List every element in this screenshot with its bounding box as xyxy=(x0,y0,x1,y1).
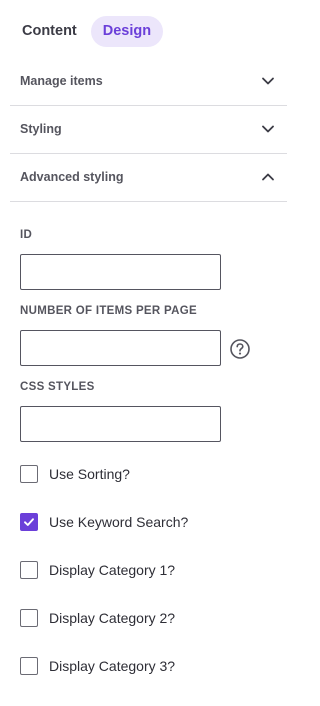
help-circle-icon[interactable] xyxy=(229,338,251,360)
display-category-2-label: Display Category 2? xyxy=(49,610,176,626)
use-sorting-option[interactable]: Use Sorting? xyxy=(20,463,130,485)
display-category-1-option[interactable]: Display Category 1? xyxy=(20,559,175,581)
display-category-1-checkbox[interactable] xyxy=(20,561,38,579)
chevron-down-icon xyxy=(262,77,274,85)
tab-design[interactable]: Design xyxy=(90,16,164,47)
use-sorting-checkbox[interactable] xyxy=(20,465,38,483)
chevron-down-icon xyxy=(262,125,274,133)
css-styles-label: CSS STYLES xyxy=(20,381,95,393)
section-manage-items-label: Manage items xyxy=(20,74,103,88)
use-keyword-search-label: Use Keyword Search? xyxy=(49,514,189,530)
display-category-3-option[interactable]: Display Category 3? xyxy=(20,655,175,677)
use-sorting-label: Use Sorting? xyxy=(49,466,130,482)
section-styling-label: Styling xyxy=(20,122,62,136)
id-input[interactable] xyxy=(20,254,221,290)
check-icon xyxy=(24,518,34,526)
id-label: ID xyxy=(20,229,33,241)
display-category-1-label: Display Category 1? xyxy=(49,562,176,578)
section-styling[interactable]: Styling xyxy=(10,105,287,154)
use-keyword-search-option[interactable]: Use Keyword Search? xyxy=(20,511,188,533)
css-styles-input[interactable] xyxy=(20,406,221,442)
section-advanced-styling-label: Advanced styling xyxy=(20,170,124,184)
section-manage-items[interactable]: Manage items xyxy=(10,57,287,106)
use-keyword-search-checkbox[interactable] xyxy=(20,513,38,531)
display-category-2-option[interactable]: Display Category 2? xyxy=(20,607,175,629)
display-category-3-label: Display Category 3? xyxy=(49,658,176,674)
chevron-up-icon xyxy=(262,173,274,181)
panel-tabs: Content Design xyxy=(10,16,164,47)
section-advanced-styling[interactable]: Advanced styling xyxy=(10,153,287,202)
items-per-page-input[interactable] xyxy=(20,330,221,366)
tab-content[interactable]: Content xyxy=(10,16,89,47)
display-category-3-checkbox[interactable] xyxy=(20,657,38,675)
items-per-page-label: NUMBER OF ITEMS PER PAGE xyxy=(20,305,197,317)
display-category-2-checkbox[interactable] xyxy=(20,609,38,627)
